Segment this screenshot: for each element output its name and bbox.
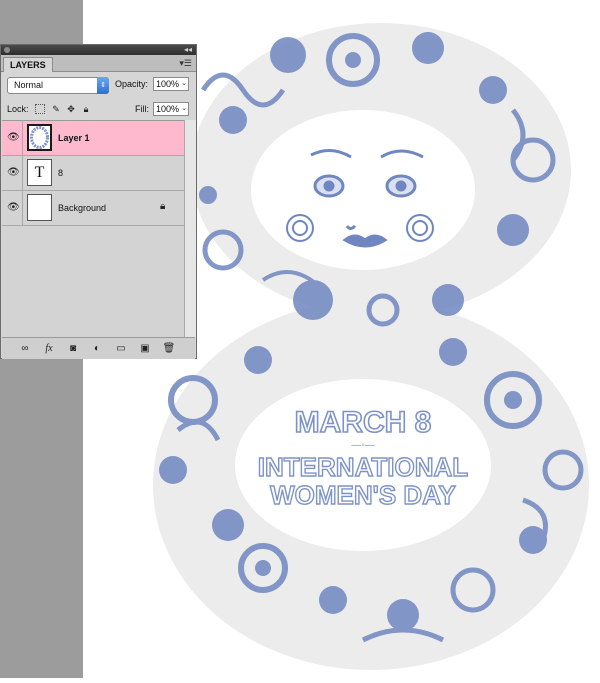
- lock-all-icon[interactable]: 🔒︎: [81, 104, 91, 114]
- panel-title-bar[interactable]: ◂◂: [1, 45, 196, 55]
- headline-womens-day: WOMEN'S DAY: [270, 480, 456, 510]
- eye-icon[interactable]: 👁︎: [7, 202, 20, 214]
- headline-march-8: MARCH 8: [295, 406, 432, 439]
- fill-field[interactable]: 100% ⌄: [153, 102, 189, 116]
- lock-brush-icon[interactable]: ✎: [51, 104, 61, 114]
- divider-ornament: —◦—: [351, 440, 375, 451]
- lock-move-icon[interactable]: ✥: [66, 104, 76, 114]
- layer-row-layer-1[interactable]: 👁︎ Layer 1: [2, 121, 184, 156]
- chevron-updown-icon[interactable]: ⇕: [97, 77, 109, 94]
- layer-thumbnail: [27, 124, 52, 151]
- pattern-thumbnail-icon: [29, 126, 50, 149]
- link-layers-icon[interactable]: ∞: [18, 342, 32, 356]
- layer-row-8[interactable]: 👁︎ T 8: [2, 156, 184, 191]
- lock-transparent-icon[interactable]: [35, 104, 45, 114]
- divider: [22, 191, 23, 226]
- chevron-down-icon[interactable]: ⌄: [181, 78, 187, 90]
- new-group-icon[interactable]: ▭: [114, 342, 128, 356]
- eye-icon[interactable]: 👁︎: [7, 132, 20, 144]
- opacity-field[interactable]: 100% ⌄: [153, 77, 189, 91]
- layer-name: Background: [58, 203, 107, 213]
- lock-icon: 🔒︎: [160, 201, 166, 212]
- blend-row: Normal ⇕ Opacity: 100% ⌄: [1, 74, 196, 96]
- fill-value: 100%: [156, 104, 180, 114]
- lock-label: Lock:: [7, 104, 29, 114]
- headline-international: INTERNATIONAL: [258, 452, 469, 482]
- opacity-label: Opacity:: [115, 79, 149, 89]
- panel-tab-row: LAYERS ▾☰: [1, 55, 196, 72]
- adjustment-layer-icon[interactable]: ◐: [90, 342, 104, 356]
- layer-thumbnail: [27, 194, 52, 221]
- layers-panel: ◂◂ LAYERS ▾☰ Normal ⇕ Opacity: 100% ⌄ Lo…: [0, 44, 197, 359]
- chevron-down-icon[interactable]: ⌄: [181, 103, 187, 115]
- layer-list-scrollbar[interactable]: [184, 120, 196, 337]
- close-icon[interactable]: [4, 47, 10, 53]
- divider: [22, 121, 23, 156]
- blend-mode-value: Normal: [14, 80, 44, 90]
- blend-mode-select[interactable]: Normal ⇕: [7, 77, 109, 94]
- fx-icon[interactable]: fx: [42, 342, 56, 356]
- tab-layers[interactable]: LAYERS: [3, 57, 53, 72]
- panel-footer: ∞ fx ◙ ◐ ▭ ▣ 🗑︎: [2, 337, 195, 359]
- layer-name: Layer 1: [58, 133, 90, 143]
- collapse-icon[interactable]: ◂◂: [184, 45, 192, 55]
- lock-row: Lock: ✎ ✥ 🔒︎ Fill: 100% ⌄: [1, 101, 196, 119]
- layer-row-background[interactable]: 👁︎ Background 🔒︎: [2, 191, 184, 226]
- type-layer-icon: T: [27, 159, 52, 186]
- panel-menu-icon[interactable]: ▾☰: [179, 57, 192, 69]
- opacity-value: 100%: [156, 79, 180, 89]
- layer-list: 👁︎ Layer 1 👁︎ T 8 👁︎ Background 🔒︎: [2, 120, 184, 338]
- layer-name: 8: [58, 168, 64, 178]
- eye-icon[interactable]: 👁︎: [7, 167, 20, 179]
- divider: [22, 156, 23, 191]
- delete-layer-icon[interactable]: 🗑︎: [162, 342, 176, 356]
- new-layer-icon[interactable]: ▣: [138, 342, 152, 356]
- fill-label: Fill:: [135, 104, 149, 114]
- add-mask-icon[interactable]: ◙: [66, 342, 80, 356]
